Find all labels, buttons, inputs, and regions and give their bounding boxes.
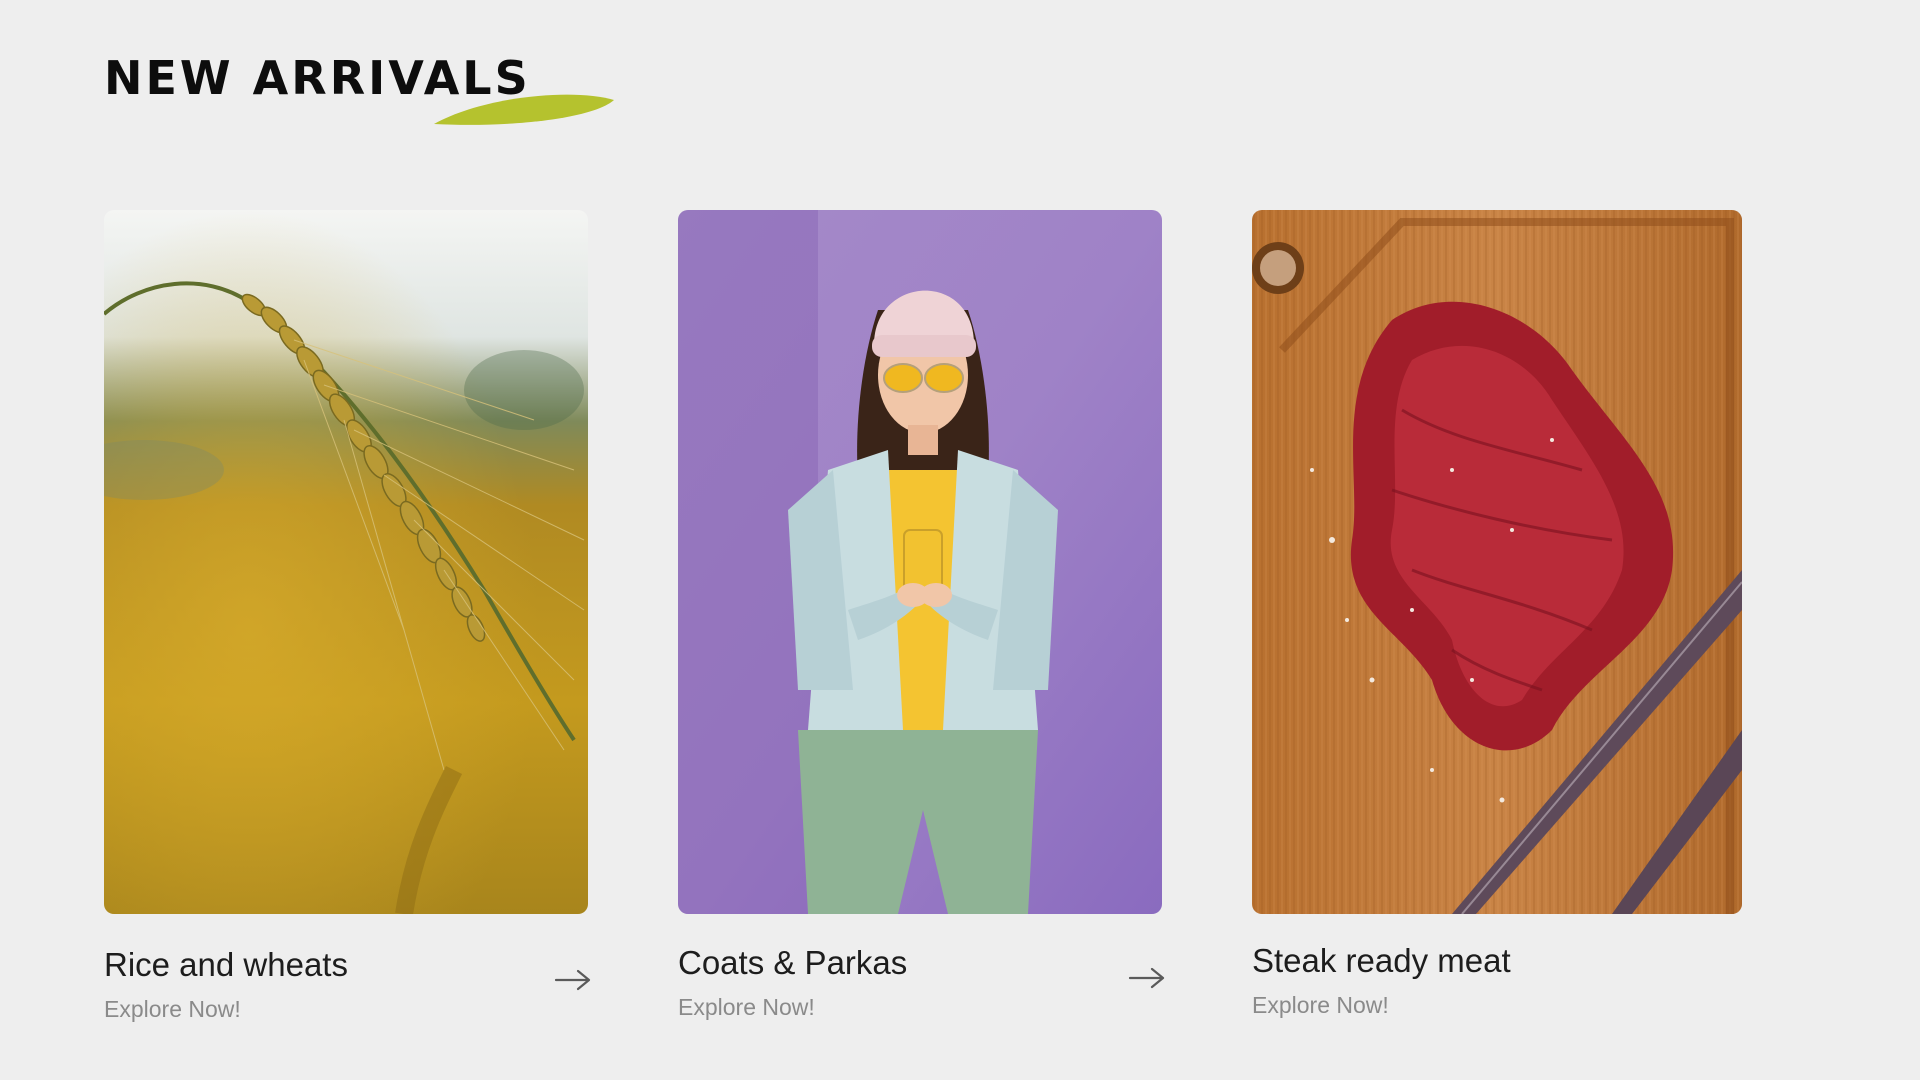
product-card-steak-ready-meat[interactable]: Steak ready meat Explore Now! xyxy=(1252,210,1742,1030)
steak-on-cutting-board-photo[interactable] xyxy=(1252,210,1742,914)
card-title[interactable]: Rice and wheats xyxy=(104,946,348,984)
section-heading: NEW ARRIVALS xyxy=(104,48,614,125)
card-title[interactable]: Coats & Parkas xyxy=(678,944,907,982)
product-card-coats-and-parkas[interactable]: Coats & Parkas Explore Now! xyxy=(678,210,1165,1030)
wheat-photo[interactable] xyxy=(104,210,588,914)
arrow-right-icon[interactable] xyxy=(1128,966,1166,990)
product-card-rice-and-wheats[interactable]: Rice and wheats Explore Now! xyxy=(104,210,591,1030)
page-title: NEW ARRIVALS xyxy=(104,51,531,105)
card-title[interactable]: Steak ready meat xyxy=(1252,942,1511,980)
woman-in-jacket-photo[interactable] xyxy=(678,210,1162,914)
explore-now-link[interactable]: Explore Now! xyxy=(104,996,241,1023)
explore-now-link[interactable]: Explore Now! xyxy=(1252,992,1389,1019)
arrow-right-icon[interactable] xyxy=(554,968,592,992)
explore-now-link[interactable]: Explore Now! xyxy=(678,994,815,1021)
